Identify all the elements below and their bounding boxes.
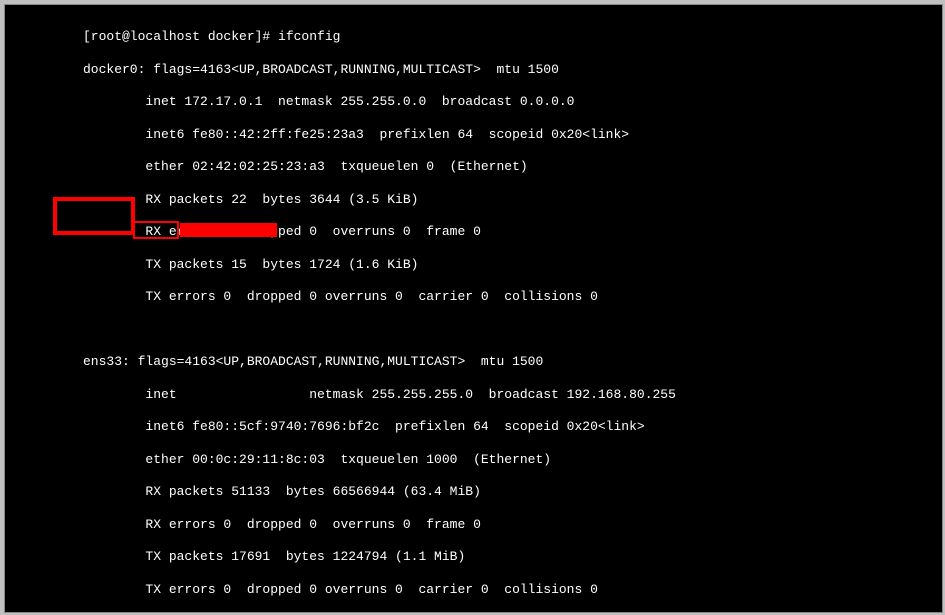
iface-ens33-rxerr: RX errors 0 dropped 0 overruns 0 frame 0: [83, 517, 923, 533]
iface-docker0-inet: inet 172.17.0.1 netmask 255.255.0.0 broa…: [83, 94, 923, 110]
prompt-line: [root@localhost docker]# ifconfig: [83, 29, 923, 45]
terminal-output[interactable]: [root@localhost docker]# ifconfig docker…: [83, 13, 923, 613]
iface-ens33-inet: inet netmask 255.255.255.0 broadcast 192…: [83, 387, 923, 403]
iface-ens33-ether: ether 00:0c:29:11:8c:03 txqueuelen 1000 …: [83, 452, 923, 468]
terminal-window[interactable]: [root@localhost docker]# ifconfig docker…: [4, 4, 943, 613]
iface-ens33-txpkts: TX packets 17691 bytes 1224794 (1.1 MiB): [83, 549, 923, 565]
iface-ens33-txerr: TX errors 0 dropped 0 overruns 0 carrier…: [83, 582, 923, 598]
iface-docker0-txpkts: TX packets 15 bytes 1724 (1.6 KiB): [83, 257, 923, 273]
iface-docker0-rxerr: RX errors 0 dropped 0 overruns 0 frame 0: [83, 224, 923, 240]
iface-docker0-header: docker0: flags=4163<UP,BROADCAST,RUNNING…: [83, 62, 923, 78]
iface-docker0-inet6: inet6 fe80::42:2ff:fe25:23a3 prefixlen 6…: [83, 127, 923, 143]
iface-docker0-txerr: TX errors 0 dropped 0 overruns 0 carrier…: [83, 289, 923, 305]
iface-ens33-inet6: inet6 fe80::5cf:9740:7696:bf2c prefixlen…: [83, 419, 923, 435]
iface-docker0-ether: ether 02:42:02:25:23:a3 txqueuelen 0 (Et…: [83, 159, 923, 175]
blank-line: [83, 322, 923, 338]
iface-ens33-rxpkts: RX packets 51133 bytes 66566944 (63.4 Mi…: [83, 484, 923, 500]
iface-docker0-rxpkts: RX packets 22 bytes 3644 (3.5 KiB): [83, 192, 923, 208]
iface-ens33-header: ens33: flags=4163<UP,BROADCAST,RUNNING,M…: [83, 354, 923, 370]
